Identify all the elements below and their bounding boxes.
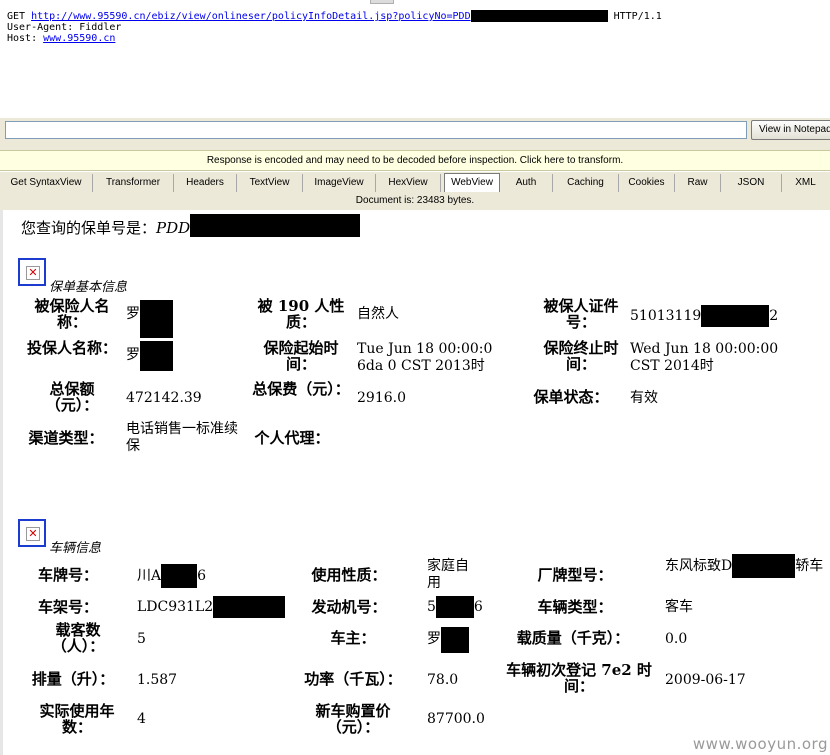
request-method: GET <box>7 11 26 22</box>
channel-type-label: 渠道类型： <box>28 429 104 447</box>
engine-number-label: 发动机号： <box>311 598 387 616</box>
holder-name-label: 投保人名称： <box>26 339 117 357</box>
insurance-end-label: 保险终止时间： <box>543 339 619 373</box>
years-in-use-value: 4 <box>137 711 146 727</box>
insured-name-value: 罗 <box>126 300 173 338</box>
broken-image-icon: ✕ <box>18 258 46 286</box>
owner-value: 罗 <box>427 627 469 653</box>
tab-textview[interactable]: TextView <box>237 174 303 192</box>
insured-name-label: 被保险人名称： <box>34 297 110 331</box>
broken-image-icon: ✕ <box>18 519 46 547</box>
tab-json[interactable]: JSON <box>721 174 782 192</box>
host-link[interactable]: www.95590.cn <box>43 33 115 44</box>
redaction-block <box>140 300 173 338</box>
redaction-block <box>701 305 770 327</box>
plate-label: 车牌号： <box>37 566 98 584</box>
tab-hexview[interactable]: HexView <box>376 174 441 192</box>
tab-imageview[interactable]: ImageView <box>303 174 376 192</box>
sum-insured-value: 472142.39 <box>126 390 202 406</box>
premium-value: 2916.0 <box>357 390 406 406</box>
seats-value: 5 <box>137 631 146 647</box>
load-capacity-label: 载质量（千克）： <box>516 629 630 647</box>
channel-type-value: 电话销售一标准续保 <box>126 421 238 454</box>
tab-cookies[interactable]: Cookies <box>619 174 675 192</box>
insurance-start-value: Tue Jun 18 00:00:0 6da 0 CST 2013时 <box>357 341 493 374</box>
vehicle-type-label: 车辆类型： <box>537 598 613 616</box>
request-url[interactable]: http://www.95590.cn/ebiz/view/onlineser/… <box>31 11 471 22</box>
redaction-block <box>470 10 608 22</box>
vehicle-type-value: 客车 <box>665 599 693 615</box>
power-value: 78.0 <box>427 672 459 688</box>
redaction-block <box>435 596 474 618</box>
usage-label: 使用性质： <box>311 566 387 584</box>
redaction-block <box>732 554 796 578</box>
inspector-tabs: Get SyntaxView Transformer Headers TextV… <box>0 172 830 193</box>
redaction-block <box>140 341 173 371</box>
first-registration-value: 2009-06-17 <box>665 672 746 688</box>
view-in-notepad-button[interactable]: View in Notepad <box>751 120 830 140</box>
host-line: Host: www.95590.cn <box>7 33 115 44</box>
query-label: 您查询的保单号是： <box>21 219 157 237</box>
request-line: GET http://www.95590.cn/ebiz/view/online… <box>7 10 662 22</box>
premium-label: 总保费（元）： <box>252 380 350 398</box>
plate-value: 川A 6 <box>137 564 206 588</box>
redaction-block <box>161 564 198 588</box>
policy-status-value: 有效 <box>630 390 658 406</box>
query-policy-number: PDD <box>156 219 191 237</box>
host-label: Host: <box>7 33 38 44</box>
command-bar: View in Notepad <box>0 118 830 144</box>
insured-nature-label: 被 190 人性质： <box>257 297 345 331</box>
tab-raw[interactable]: Raw <box>675 174 721 192</box>
tab-headers[interactable]: Headers <box>174 174 237 192</box>
policy-section-title: 保单基本信息 <box>49 280 128 295</box>
owner-label: 车主： <box>330 629 376 647</box>
request-protocol: HTTP/1.1 <box>613 11 662 22</box>
power-label: 功率（千瓦）： <box>304 670 402 688</box>
sum-insured-label: 总保额（元）： <box>45 380 99 414</box>
user-agent-line: User-Agent: Fiddler <box>7 22 122 33</box>
new-car-price-label: 新车购置价（元）： <box>315 702 391 736</box>
insurance-end-value: Wed Jun 18 00:00:00 CST 2014时 <box>630 341 779 374</box>
personal-agent-label: 个人代理： <box>254 429 330 447</box>
load-capacity-value: 0.0 <box>665 631 688 647</box>
insurance-start-label: 保险起始时间： <box>263 339 339 373</box>
new-car-price-value: 87700.0 <box>427 711 485 727</box>
policy-query-line: 您查询的保单号是：PDD <box>21 214 361 238</box>
insured-nature-value: 自然人 <box>357 306 399 322</box>
redaction-block <box>190 214 361 237</box>
vin-value: LDC931L2 <box>137 596 286 618</box>
tab-transformer[interactable]: Transformer <box>93 174 174 192</box>
usage-value: 家庭自用 <box>427 558 469 591</box>
tab-xml[interactable]: XML <box>782 174 829 192</box>
brand-model-value: 东风标致D 轿车 <box>665 554 825 578</box>
seats-label: 载客数（人）： <box>51 621 105 655</box>
tab-webview[interactable]: WebView <box>444 173 500 193</box>
brand-model-label: 厂牌型号： <box>537 566 613 584</box>
vin-label: 车架号： <box>37 598 98 616</box>
displacement-label: 排量（升）： <box>31 670 115 688</box>
tab-caching[interactable]: Caching <box>553 174 619 192</box>
decode-notice-bar[interactable]: Response is encoded and may need to be d… <box>0 150 830 171</box>
vehicle-section-title: 车辆信息 <box>49 541 102 556</box>
policy-status-label: 保单状态： <box>533 388 609 406</box>
webview-content[interactable]: 您查询的保单号是：PDD ✕ 保单基本信息 被保险人名称： 罗 被 190 人性… <box>0 210 830 755</box>
document-size-info: Document is: 23483 bytes. <box>0 192 830 210</box>
command-input[interactable] <box>5 121 747 139</box>
insured-id-value: 51013119 2 <box>630 305 778 327</box>
tab-get-syntaxview[interactable]: Get SyntaxView <box>0 174 93 192</box>
watermark: www.wooyun.org <box>692 735 828 753</box>
redaction-block <box>441 627 469 653</box>
years-in-use-label: 实际使用年数： <box>39 702 115 736</box>
displacement-value: 1.587 <box>137 672 178 688</box>
engine-number-value: 56 <box>427 596 483 618</box>
pane-tab-fragment <box>370 0 394 4</box>
insured-id-label: 被保人证件号： <box>543 297 619 331</box>
redaction-block <box>213 596 286 618</box>
request-raw-text[interactable]: GET http://www.95590.cn/ebiz/view/online… <box>0 0 830 119</box>
holder-name-value: 罗 <box>126 341 173 371</box>
tab-auth[interactable]: Auth <box>500 174 553 192</box>
first-registration-label: 车辆初次登记 7e2 时间： <box>506 661 652 695</box>
